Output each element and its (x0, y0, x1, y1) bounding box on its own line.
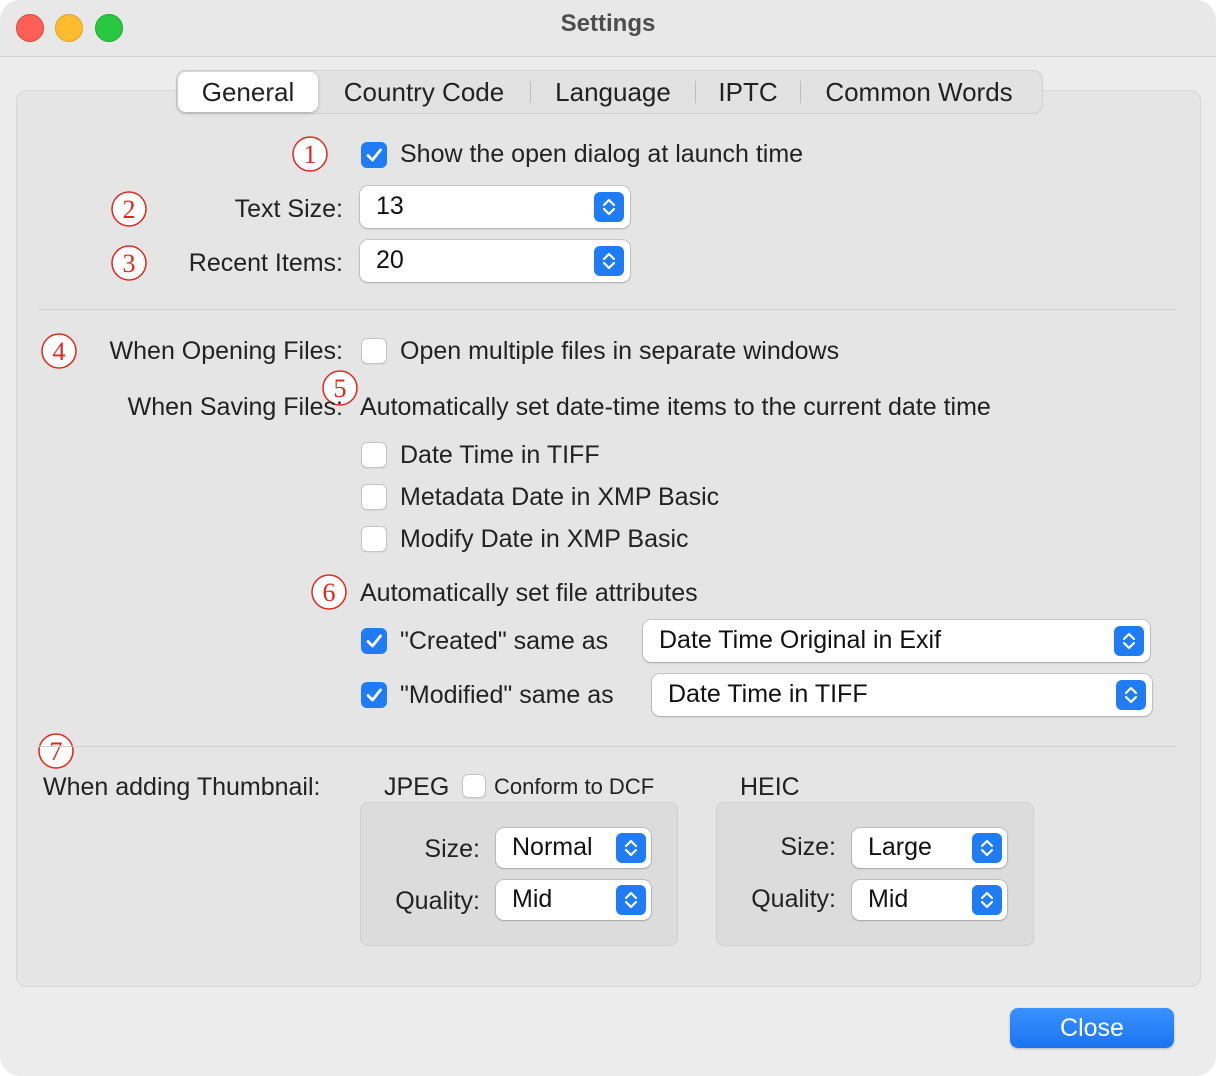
heic-size-popup[interactable]: Large (852, 828, 1007, 868)
window-title: Settings (560, 10, 656, 37)
updown-chevron-icon (594, 246, 624, 276)
created-source-value: Date Time Original in Exif (659, 626, 942, 654)
svg-text:3: 3 (123, 249, 136, 278)
updown-chevron-icon (616, 885, 646, 915)
updown-chevron-icon (616, 833, 646, 863)
svg-text:1: 1 (304, 140, 317, 169)
jpeg-size-value: Normal (512, 833, 593, 861)
created-source-popup[interactable]: Date Time Original in Exif (643, 620, 1150, 662)
heic-quality-popup[interactable]: Mid (852, 880, 1007, 920)
svg-text:6: 6 (323, 578, 336, 607)
heic-title: HEIC (740, 773, 800, 801)
metadata-date-xmp-label: Metadata Date in XMP Basic (400, 483, 720, 511)
separate-windows-checkbox[interactable] (361, 338, 387, 364)
checkmark-icon (366, 688, 382, 702)
recent-items-value: 20 (376, 246, 404, 274)
recent-items-popup[interactable]: 20 (360, 240, 630, 282)
tab-common-words[interactable]: Common Words (801, 72, 1037, 112)
tab-country-code[interactable]: Country Code (318, 72, 530, 112)
text-size-label: Text Size: (234, 195, 343, 223)
section-divider (39, 309, 1176, 310)
section-divider (39, 746, 1176, 747)
text-size-popup[interactable]: 13 (360, 186, 630, 228)
when-opening-files-label: When Opening Files: (109, 337, 343, 365)
annotation-badge-1: 1 (292, 136, 328, 172)
heic-size-label: Size: (780, 833, 836, 861)
heic-options-box (716, 802, 1034, 946)
modify-date-xmp-checkbox[interactable] (361, 526, 387, 552)
date-time-tiff-checkbox[interactable] (361, 442, 387, 468)
updown-chevron-icon (1114, 626, 1144, 656)
checkmark-icon (366, 634, 382, 648)
svg-text:4: 4 (53, 337, 66, 366)
annotation-badge-7: 7 (38, 733, 74, 769)
settings-window: Settings General Country Code Language I… (0, 0, 1216, 1076)
open-dialog-checkbox[interactable] (361, 142, 387, 168)
updown-chevron-icon (972, 833, 1002, 863)
file-attributes-heading: Automatically set file attributes (360, 579, 698, 607)
jpeg-title: JPEG (384, 773, 450, 801)
when-saving-files-label: When Saving Files: (127, 393, 343, 421)
jpeg-size-label: Size: (424, 835, 480, 863)
jpeg-options-box (360, 802, 678, 946)
jpeg-size-popup[interactable]: Normal (496, 828, 651, 868)
conform-dcf-checkbox[interactable] (462, 774, 486, 798)
modified-label: "Modified" same as (400, 681, 614, 709)
tab-general[interactable]: General (178, 72, 318, 112)
tab-bar: General Country Code Language IPTC Commo… (176, 70, 1043, 114)
modify-date-xmp-label: Modify Date in XMP Basic (400, 525, 689, 553)
created-checkbox[interactable] (361, 628, 387, 654)
jpeg-quality-popup[interactable]: Mid (496, 880, 651, 920)
updown-chevron-icon (1116, 680, 1146, 710)
when-adding-thumbnail-label: When adding Thumbnail: (43, 773, 321, 801)
modified-source-popup[interactable]: Date Time in TIFF (652, 674, 1152, 716)
title-bar: Settings (0, 0, 1216, 57)
tab-language[interactable]: Language (531, 72, 695, 112)
created-label: "Created" same as (400, 627, 609, 655)
text-size-value: 13 (376, 192, 404, 220)
annotation-badge-6: 6 (311, 574, 347, 610)
metadata-date-xmp-checkbox[interactable] (361, 484, 387, 510)
jpeg-quality-label: Quality: (395, 887, 480, 915)
date-time-tiff-label: Date Time in TIFF (400, 441, 600, 469)
jpeg-quality-value: Mid (512, 885, 553, 913)
checkmark-icon (366, 148, 382, 162)
conform-dcf-label: Conform to DCF (494, 774, 655, 799)
recent-items-label: Recent Items: (188, 249, 343, 277)
heic-size-value: Large (868, 833, 932, 861)
heic-quality-label: Quality: (751, 885, 836, 913)
updown-chevron-icon (594, 192, 624, 222)
tab-iptc[interactable]: IPTC (696, 72, 800, 112)
open-dialog-label: Show the open dialog at launch time (400, 140, 804, 168)
datetime-heading: Automatically set date-time items to the… (360, 393, 991, 421)
updown-chevron-icon (972, 885, 1002, 915)
close-button[interactable]: Close (1010, 1008, 1174, 1048)
modified-source-value: Date Time in TIFF (668, 680, 868, 708)
annotation-badge-4: 4 (41, 333, 77, 369)
modified-checkbox[interactable] (361, 682, 387, 708)
separate-windows-label: Open multiple files in separate windows (400, 337, 840, 365)
svg-text:7: 7 (50, 737, 63, 766)
heic-quality-value: Mid (868, 885, 909, 913)
svg-text:2: 2 (123, 195, 136, 224)
